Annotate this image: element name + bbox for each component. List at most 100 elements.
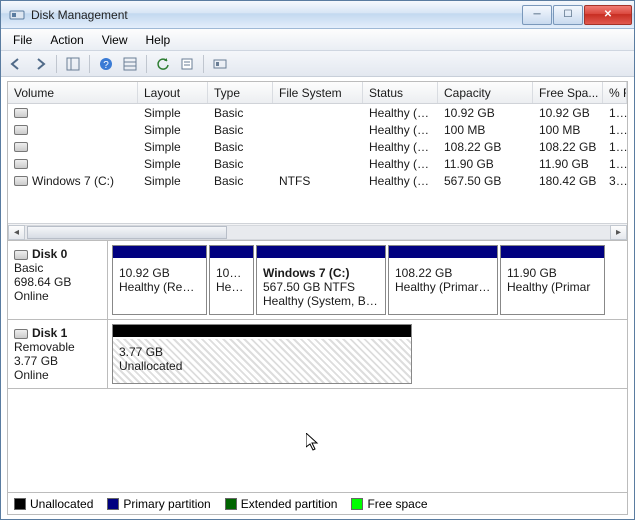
partition[interactable]: 100 MHealth: [209, 245, 254, 315]
table-row[interactable]: SimpleBasicHealthy (P...11.90 GB11.90 GB…: [8, 155, 627, 172]
partition[interactable]: 10.92 GBHealthy (Recov: [112, 245, 207, 315]
scroll-thumb[interactable]: [27, 226, 227, 239]
cell: Basic: [208, 123, 273, 137]
col-filesystem[interactable]: File System: [273, 82, 363, 103]
partition[interactable]: Windows 7 (C:)567.50 GB NTFSHealthy (Sys…: [256, 245, 386, 315]
cell: NTFS: [273, 174, 363, 188]
cell: 100: [603, 157, 627, 171]
titlebar[interactable]: Disk Management ─ ☐ ✕: [1, 1, 634, 29]
minimize-button[interactable]: ─: [522, 5, 552, 25]
close-button[interactable]: ✕: [584, 5, 632, 25]
disk-partitions: 3.77 GBUnallocated: [108, 320, 627, 388]
menu-view[interactable]: View: [94, 30, 136, 50]
maximize-button[interactable]: ☐: [553, 5, 583, 25]
col-volume[interactable]: Volume: [8, 82, 138, 103]
properties-button[interactable]: [176, 53, 198, 75]
cell: 11.90 GB: [438, 157, 533, 171]
forward-button[interactable]: [29, 53, 51, 75]
partition[interactable]: 11.90 GBHealthy (Primar: [500, 245, 605, 315]
menubar: File Action View Help: [1, 29, 634, 51]
disk-partitions: 10.92 GBHealthy (Recov100 MHealthWindows…: [108, 241, 627, 319]
menu-action[interactable]: Action: [42, 30, 91, 50]
cell: 108.22 GB: [438, 140, 533, 154]
col-status[interactable]: Status: [363, 82, 438, 103]
swatch-extended: [225, 498, 237, 510]
partition-header: [113, 325, 411, 337]
cell: Windows 7 (C:): [8, 174, 138, 188]
cell: Simple: [138, 174, 208, 188]
scroll-track[interactable]: [25, 225, 610, 240]
show-hide-tree-button[interactable]: [62, 53, 84, 75]
volume-list: Volume Layout Type File System Status Ca…: [7, 81, 628, 241]
partition-body: Windows 7 (C:)567.50 GB NTFSHealthy (Sys…: [257, 260, 385, 314]
partition-body: 10.92 GBHealthy (Recov: [113, 260, 206, 314]
window-controls: ─ ☐ ✕: [522, 5, 632, 25]
table-row[interactable]: SimpleBasicHealthy (P...108.22 GB108.22 …: [8, 138, 627, 155]
cell: [8, 106, 138, 120]
legend-free: Free space: [351, 497, 427, 511]
menu-help[interactable]: Help: [138, 30, 179, 50]
cell: Basic: [208, 157, 273, 171]
col-layout[interactable]: Layout: [138, 82, 208, 103]
disk-label[interactable]: Disk 1Removable3.77 GBOnline: [8, 320, 108, 388]
cell: [8, 140, 138, 154]
cell: 567.50 GB: [438, 174, 533, 188]
cell: Simple: [138, 106, 208, 120]
toolbar-button-8[interactable]: [209, 53, 231, 75]
disk-management-window: Disk Management ─ ☐ ✕ File Action View H…: [0, 0, 635, 520]
table-row[interactable]: SimpleBasicHealthy (R...10.92 GB10.92 GB…: [8, 104, 627, 121]
col-pct[interactable]: % F: [603, 82, 627, 103]
cell: 100: [603, 123, 627, 137]
partition-header: [257, 246, 385, 258]
toolbar-button-5[interactable]: [119, 53, 141, 75]
cell: Healthy (R...: [363, 106, 438, 120]
partition-header: [501, 246, 604, 258]
disk-label[interactable]: Disk 0Basic698.64 GBOnline: [8, 241, 108, 319]
partition-body: 100 MHealth: [210, 260, 253, 314]
cell: 100: [603, 106, 627, 120]
cell: 10.92 GB: [438, 106, 533, 120]
cell: 100: [603, 140, 627, 154]
table-row[interactable]: SimpleBasicHealthy (A...100 MB100 MB100: [8, 121, 627, 138]
partition[interactable]: 108.22 GBHealthy (Primary Pa: [388, 245, 498, 315]
back-button[interactable]: [5, 53, 27, 75]
volume-rows: SimpleBasicHealthy (R...10.92 GB10.92 GB…: [8, 104, 627, 223]
disk-row: Disk 0Basic698.64 GBOnline10.92 GBHealth…: [8, 241, 627, 320]
scroll-left-button[interactable]: ◂: [8, 225, 25, 240]
toolbar: ?: [1, 51, 634, 77]
legend: Unallocated Primary partition Extended p…: [7, 493, 628, 515]
partition-header: [113, 246, 206, 258]
col-capacity[interactable]: Capacity: [438, 82, 533, 103]
partition[interactable]: 3.77 GBUnallocated: [112, 324, 412, 384]
cell: [8, 123, 138, 137]
partition-body: 11.90 GBHealthy (Primar: [501, 260, 604, 314]
col-free[interactable]: Free Spa...: [533, 82, 603, 103]
cell: 32: [603, 174, 627, 188]
cell: Simple: [138, 123, 208, 137]
cell: Healthy (P...: [363, 157, 438, 171]
partition-body: 3.77 GBUnallocated: [113, 339, 411, 383]
toolbar-separator: [56, 55, 57, 73]
toolbar-separator: [146, 55, 147, 73]
refresh-button[interactable]: [152, 53, 174, 75]
menu-file[interactable]: File: [5, 30, 40, 50]
table-row[interactable]: Windows 7 (C:)SimpleBasicNTFSHealthy (S.…: [8, 172, 627, 189]
cell: Basic: [208, 140, 273, 154]
swatch-free: [351, 498, 363, 510]
svg-text:?: ?: [103, 60, 109, 71]
cell: Simple: [138, 140, 208, 154]
cell: Healthy (P...: [363, 140, 438, 154]
swatch-unallocated: [14, 498, 26, 510]
app-icon: [9, 7, 25, 23]
cell: 180.42 GB: [533, 174, 603, 188]
disk-graphical-view: Disk 0Basic698.64 GBOnline10.92 GBHealth…: [7, 241, 628, 493]
volume-list-header: Volume Layout Type File System Status Ca…: [8, 82, 627, 104]
help-button[interactable]: ?: [95, 53, 117, 75]
scroll-right-button[interactable]: ▸: [610, 225, 627, 240]
col-type[interactable]: Type: [208, 82, 273, 103]
cell: 108.22 GB: [533, 140, 603, 154]
horizontal-scrollbar[interactable]: ◂ ▸: [8, 223, 627, 240]
content-area: Volume Layout Type File System Status Ca…: [1, 77, 634, 519]
swatch-primary: [107, 498, 119, 510]
partition-header: [389, 246, 497, 258]
